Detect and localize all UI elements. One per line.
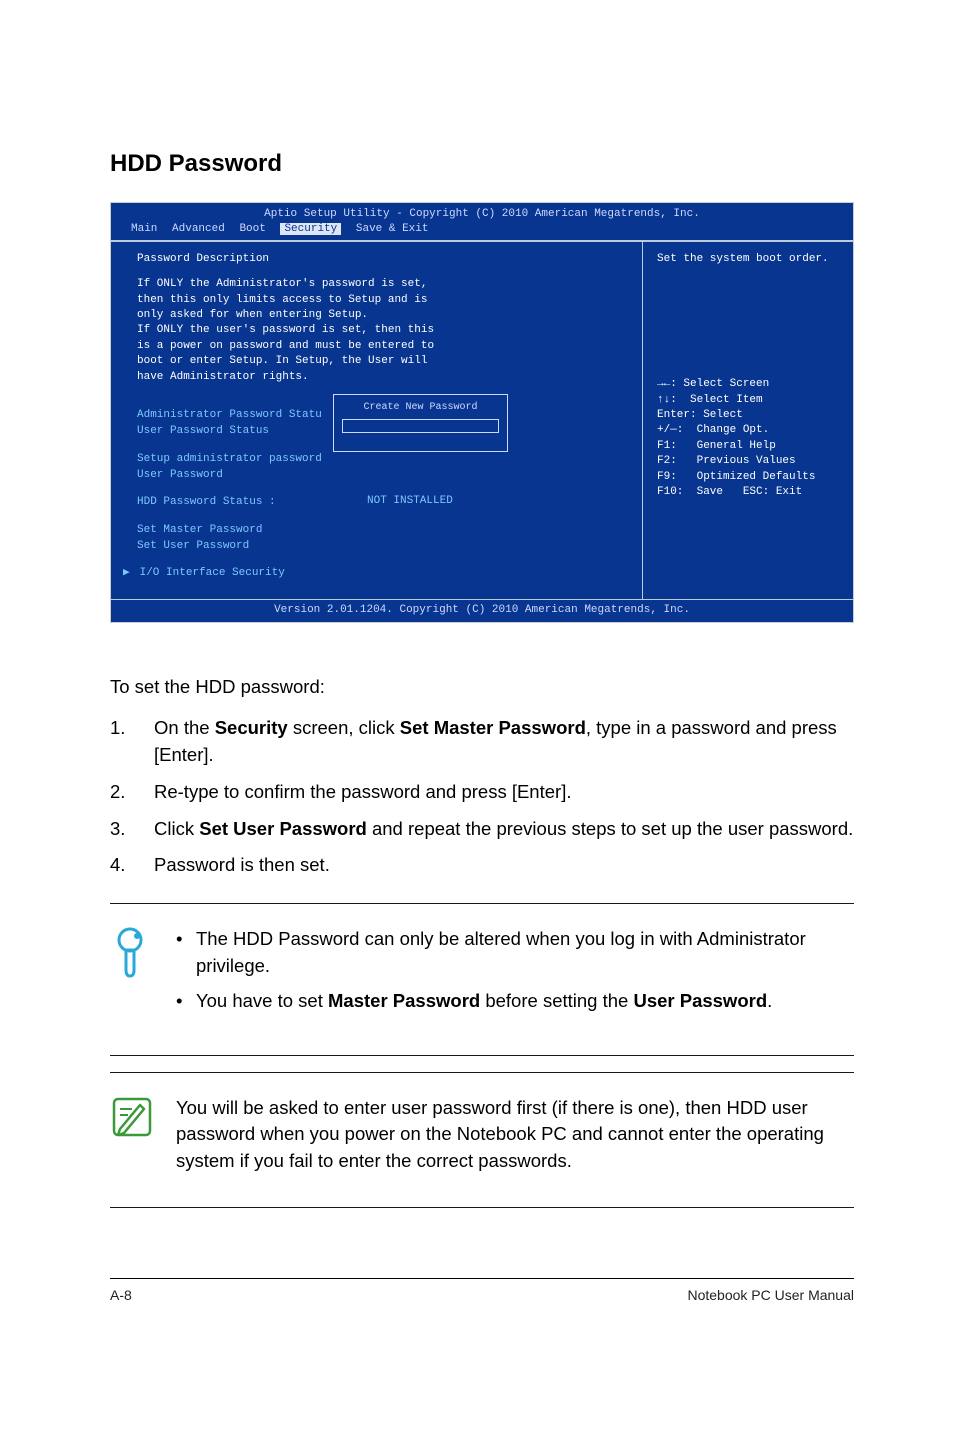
bios-io-security-label: I/O Interface Security — [140, 567, 285, 579]
text: screen, click — [288, 717, 400, 738]
bold: User Password — [633, 990, 767, 1011]
bios-help-line: F2: Previous Values — [657, 454, 843, 469]
bios-help-line: F1: General Help — [657, 439, 843, 454]
bios-screenshot: Aptio Setup Utility - Copyright (C) 2010… — [110, 202, 854, 623]
intro-text: To set the HDD password: — [110, 673, 854, 701]
bios-help-line: ↑↓: Select Item — [657, 393, 843, 408]
bios-help-line: F10: Save ESC: Exit — [657, 485, 843, 500]
tip-callout: The HDD Password can only be altered whe… — [110, 916, 854, 1036]
bios-setup-admin-pw: Setup administrator password — [137, 452, 630, 467]
tip-body: The HDD Password can only be altered whe… — [176, 926, 854, 1022]
tip-item-1: The HDD Password can only be altered whe… — [176, 926, 854, 980]
bios-help-keys: →←: Select Screen ↑↓: Select Item Enter:… — [657, 377, 843, 500]
tip-item-2: You have to set Master Password before s… — [176, 988, 854, 1015]
step-3: Click Set User Password and repeat the p… — [110, 816, 854, 843]
note-icon — [110, 1095, 156, 1139]
bios-tab-boot: Boot — [239, 223, 265, 235]
bios-section-title: Password Description — [137, 252, 630, 267]
bios-left-pane: Password Description If ONLY the Adminis… — [111, 242, 643, 599]
note-body: You will be asked to enter user password… — [176, 1095, 854, 1175]
bios-description: If ONLY the Administrator's password is … — [137, 277, 630, 385]
footer-page-number: A-8 — [110, 1287, 132, 1303]
bios-hdd-status-label: HDD Password Status : — [137, 495, 367, 510]
bios-user-pw: User Password — [137, 468, 630, 483]
step-1: On the Security screen, click Set Master… — [110, 715, 854, 769]
step-4: Password is then set. — [110, 852, 854, 879]
bios-help-line: +/—: Change Opt. — [657, 423, 843, 438]
bios-help-line: Enter: Select — [657, 408, 843, 423]
divider — [110, 903, 854, 904]
bios-tab-save: Save & Exit — [356, 223, 429, 235]
bold: Set Master Password — [400, 717, 586, 738]
bios-footer: Version 2.01.1204. Copyright (C) 2010 Am… — [111, 599, 853, 622]
divider — [110, 1055, 854, 1056]
tip-icon — [110, 926, 156, 980]
page-title: HDD Password — [110, 150, 854, 178]
divider — [110, 1072, 854, 1073]
bios-set-user-pw: Set User Password — [137, 539, 630, 554]
step-2: Re-type to confirm the password and pres… — [110, 779, 854, 806]
page-footer: A-8 Notebook PC User Manual — [110, 1278, 854, 1303]
bios-io-security: ▶ I/O Interface Security — [123, 566, 630, 581]
bios-header: Aptio Setup Utility - Copyright (C) 2010… — [111, 203, 853, 222]
text: . — [767, 990, 772, 1011]
bios-popup-title: Create New Password — [340, 401, 501, 415]
bios-body: Password Description If ONLY the Adminis… — [111, 241, 853, 599]
bios-tab-advanced: Advanced — [172, 223, 225, 235]
bios-tab-main: Main — [131, 223, 157, 235]
bold: Set User Password — [199, 818, 367, 839]
bios-help-line: →←: Select Screen — [657, 377, 843, 392]
bios-popup: Create New Password — [333, 394, 508, 452]
footer-manual-title: Notebook PC User Manual — [687, 1287, 854, 1303]
bold: Security — [215, 717, 288, 738]
note-callout: You will be asked to enter user password… — [110, 1085, 854, 1189]
bios-popup-input — [342, 419, 499, 433]
text: and repeat the previous steps to set up … — [367, 818, 853, 839]
text: On the — [154, 717, 215, 738]
text: before setting the — [480, 990, 633, 1011]
text: Click — [154, 818, 199, 839]
divider — [110, 1207, 854, 1208]
bios-right-desc: Set the system boot order. — [657, 252, 843, 267]
bios-right-pane: Set the system boot order. →←: Select Sc… — [643, 242, 853, 599]
steps-list: On the Security screen, click Set Master… — [110, 715, 854, 879]
bios-tab-security: Security — [280, 223, 341, 235]
bios-help-line: F9: Optimized Defaults — [657, 470, 843, 485]
text: You have to set — [196, 990, 328, 1011]
bios-hdd-status-value: NOT INSTALLED — [367, 494, 453, 511]
bios-set-master-pw: Set Master Password — [137, 523, 630, 538]
bold: Master Password — [328, 990, 480, 1011]
triangle-icon: ▶ — [123, 566, 133, 581]
bios-menu: Main Advanced Boot Security Save & Exit — [111, 222, 853, 240]
